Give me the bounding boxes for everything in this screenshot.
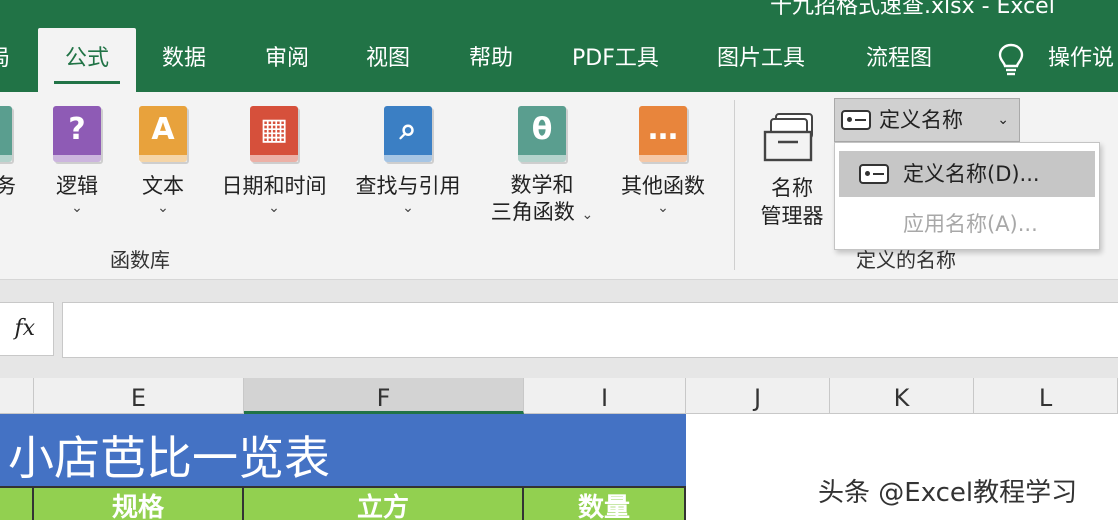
chevron-down-icon: ⌄: [657, 200, 669, 216]
header-cell-spec[interactable]: 规格: [34, 486, 244, 520]
group-separator: [734, 100, 735, 270]
insert-function-button[interactable]: fx: [0, 302, 54, 356]
title-cell-text: 小店芭比一览表: [8, 431, 330, 485]
chevron-down-icon: ⌄: [71, 200, 83, 216]
text-label: 文本: [142, 174, 184, 198]
date-time-label: 日期和时间: [221, 174, 327, 198]
column-headers: E F I J K L: [0, 378, 1118, 414]
logical-button[interactable]: ? 逻辑 ⌄: [48, 106, 106, 216]
tab-data[interactable]: 数据: [162, 28, 206, 92]
name-manager-label-line1: 名称: [771, 176, 813, 200]
magnifier-book-icon-glyph: ⌕: [399, 112, 417, 147]
define-name-dropdown: 定义名称(D)... 应用名称(A)...: [834, 142, 1100, 250]
more-functions-label: 其他函数: [621, 174, 705, 198]
menu-item-apply-names-label: 应用名称(A)...: [903, 212, 1038, 236]
tab-help[interactable]: 帮助: [469, 28, 513, 92]
logical-label: 逻辑: [56, 174, 98, 198]
define-name-label: 定义名称: [879, 108, 963, 132]
fx-icon: fx: [14, 316, 35, 341]
financial-button[interactable]: 务 ⌄: [0, 106, 16, 216]
column-header-j[interactable]: J: [686, 378, 830, 414]
window-title: 十九招格式速查.xlsx - Excel: [770, 0, 1055, 19]
tab-flowchart[interactable]: 流程图: [866, 28, 932, 92]
chevron-down-icon: ⌄: [0, 200, 16, 216]
tab-formulas[interactable]: 公式: [38, 28, 136, 92]
math-trig-label-line2: 三角函数: [490, 200, 575, 224]
menu-item-apply-names[interactable]: 应用名称(A)...: [839, 201, 1095, 247]
name-manager-label-line2: 管理器: [760, 204, 824, 228]
chevron-down-icon: ⌄: [268, 200, 280, 216]
chevron-down-icon: ⌄: [157, 200, 169, 216]
column-header-i[interactable]: I: [524, 378, 686, 414]
logical-icon: ?: [53, 106, 101, 162]
header-cell[interactable]: [0, 486, 34, 520]
name-tag-icon: [841, 110, 871, 130]
theta-icon-glyph: θ: [531, 112, 553, 147]
logical-icon-glyph: ?: [68, 112, 86, 147]
chevron-down-icon[interactable]: ⌄: [997, 99, 1009, 141]
name-manager-icon: [763, 113, 813, 162]
text-icon-glyph: A: [151, 112, 175, 147]
more-functions-button[interactable]: … 其他函数 ⌄: [614, 106, 712, 216]
calendar-icon-glyph: ▦: [259, 112, 289, 147]
text-icon: A: [139, 106, 187, 162]
column-header-f[interactable]: F: [244, 378, 524, 414]
chevron-down-icon: ⌄: [581, 207, 594, 223]
financial-label: 务: [0, 174, 16, 198]
ribbon-tab-bar: 局 公式 数据 审阅 视图 帮助 PDF工具 图片工具 流程图 操作说: [0, 28, 1118, 92]
magnifier-book-icon: ⌕: [384, 106, 432, 162]
tab-pdf-tools[interactable]: PDF工具: [572, 28, 659, 92]
chevron-down-icon: ⌄: [402, 200, 414, 216]
lightbulb-icon[interactable]: [996, 42, 1026, 78]
menu-item-define-name-label: 定义名称(D)...: [903, 162, 1040, 186]
formula-bar: fx: [0, 280, 1118, 378]
name-tag-icon: [859, 164, 889, 184]
column-header-k[interactable]: K: [830, 378, 974, 414]
menu-item-define-name[interactable]: 定义名称(D)...: [839, 151, 1095, 197]
date-time-button[interactable]: ▦ 日期和时间 ⌄: [214, 106, 334, 216]
text-button[interactable]: A 文本 ⌄: [134, 106, 192, 216]
title-bar: 十九招格式速查.xlsx - Excel: [0, 0, 1118, 28]
tab-view[interactable]: 视图: [366, 28, 410, 92]
theta-icon: θ: [518, 106, 566, 162]
math-trig-button[interactable]: θ 数学和 三角函数 ⌄: [480, 106, 604, 226]
math-trig-label-line1: 数学和: [510, 173, 574, 197]
column-header-l[interactable]: L: [974, 378, 1118, 414]
lookup-reference-button[interactable]: ⌕ 查找与引用 ⌄: [346, 106, 470, 216]
watermark: 头条 @Excel教程学习: [818, 478, 1078, 508]
financial-icon: [0, 106, 12, 162]
name-manager-button[interactable]: 名称 管理器: [752, 174, 832, 230]
formula-input[interactable]: [62, 302, 1118, 358]
title-cell[interactable]: 小店芭比一览表: [0, 414, 686, 486]
more-functions-icon-glyph: …: [648, 112, 678, 147]
lookup-reference-label: 查找与引用: [355, 174, 461, 198]
column-header-hidden[interactable]: [0, 378, 34, 414]
tab-picture-tools[interactable]: 图片工具: [717, 28, 805, 92]
tab-layout[interactable]: 局: [0, 28, 18, 92]
header-cell-volume[interactable]: 立方: [244, 486, 524, 520]
function-library-group-label: 函数库: [110, 248, 170, 272]
tab-review[interactable]: 审阅: [265, 28, 309, 92]
tell-me-search[interactable]: 操作说: [1048, 28, 1114, 92]
calendar-icon: ▦: [250, 106, 298, 162]
define-name-button[interactable]: 定义名称 ⌄: [834, 98, 1020, 142]
header-cell-quantity[interactable]: 数量: [524, 486, 686, 520]
more-functions-icon: …: [639, 106, 687, 162]
column-header-e[interactable]: E: [34, 378, 244, 414]
